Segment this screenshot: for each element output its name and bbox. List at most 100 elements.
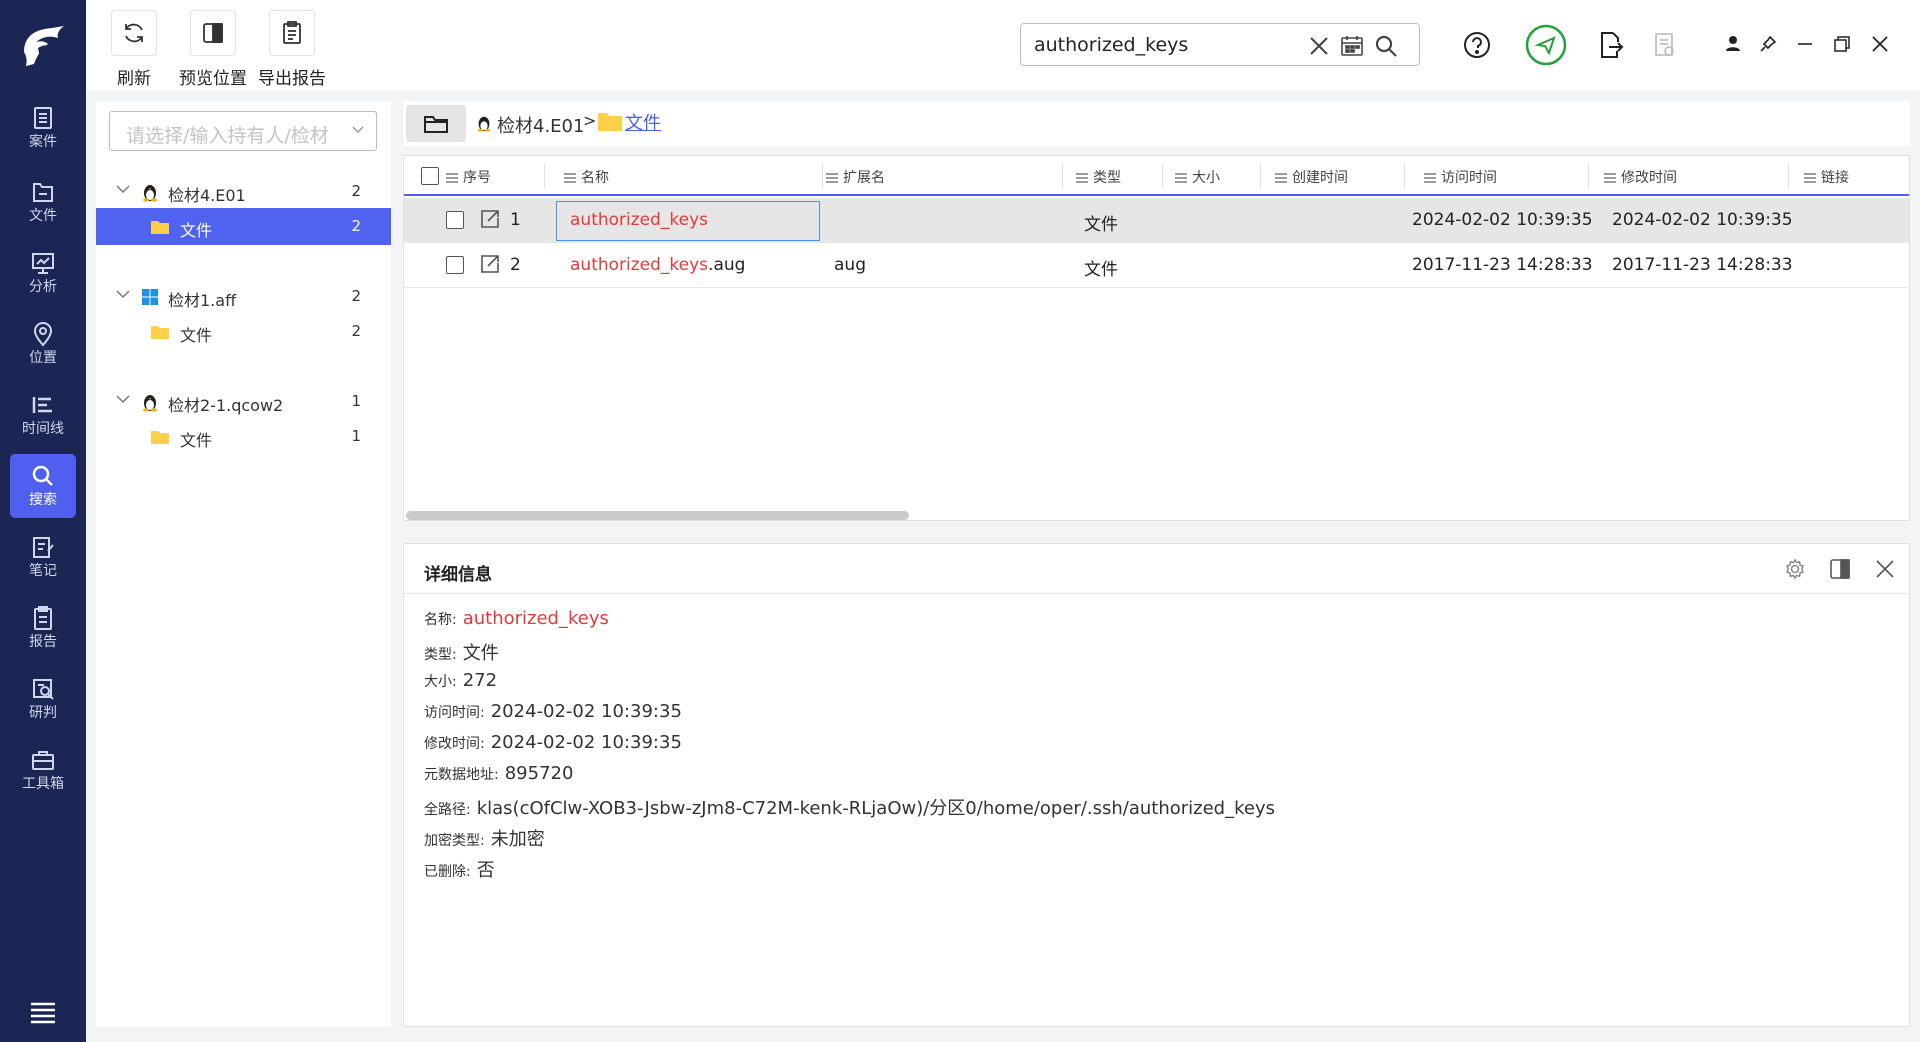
pin-icon[interactable] xyxy=(1758,34,1778,54)
export-file-icon[interactable] xyxy=(1597,30,1625,60)
column-header-modified[interactable]: 修改时间 xyxy=(1604,167,1677,187)
column-header-created[interactable]: 创建时间 xyxy=(1275,167,1348,187)
tree-node-label: 检材1.aff xyxy=(168,291,237,310)
file-icon xyxy=(33,183,53,202)
chevron-down-icon[interactable] xyxy=(116,395,130,404)
horizontal-scrollbar[interactable] xyxy=(406,511,909,520)
detail-field-size: 大小: 272 xyxy=(424,670,498,691)
nav-file-label: 文件 xyxy=(29,208,57,224)
refresh-button[interactable]: 刷新 xyxy=(89,10,179,89)
nav-timeline-label: 时间线 xyxy=(22,421,64,437)
tree-node-count: 1 xyxy=(351,427,361,445)
chevron-down-icon[interactable] xyxy=(116,290,130,299)
nav-timeline[interactable]: 时间线 xyxy=(10,383,76,447)
table-header: 序号 名称 扩展名 类型 大小 创建时间 访问时间 修改时间 链接 xyxy=(404,156,1909,196)
judge-icon xyxy=(33,679,54,700)
column-header-accessed[interactable]: 访问时间 xyxy=(1424,167,1497,187)
nav-case[interactable]: 案件 xyxy=(10,96,76,160)
open-external-icon[interactable] xyxy=(478,252,502,276)
column-header-type[interactable]: 类型 xyxy=(1076,167,1121,187)
close-window-icon[interactable] xyxy=(1869,33,1891,55)
nav-toolbox[interactable]: 工具箱 xyxy=(10,738,76,802)
nav-search[interactable]: 搜索 xyxy=(10,454,76,518)
detail-field-accessed: 访问时间: 2024-02-02 10:39:35 xyxy=(424,701,682,722)
detail-panel: 详细信息 名称: authorized_keys 类型: 文件 大小: 272 访问时… xyxy=(403,543,1910,1027)
holder-select[interactable]: 请选择/输入持有人/检材 xyxy=(109,111,377,151)
row-checkbox[interactable] xyxy=(446,256,464,274)
folder-view-button[interactable] xyxy=(406,105,466,142)
column-header-index[interactable]: 序号 xyxy=(446,167,491,187)
global-search-box xyxy=(1020,23,1420,66)
nav-judge[interactable]: 研判 xyxy=(10,667,76,731)
table-row[interactable]: 1 authorized_keys 文件 2024-02-02 10:39:35… xyxy=(404,198,1909,243)
open-external-icon[interactable] xyxy=(478,207,502,231)
tree-node-files-evidence-1[interactable]: 文件 2 xyxy=(96,313,391,350)
settings-gear-icon[interactable] xyxy=(1784,558,1806,580)
minimize-icon[interactable] xyxy=(1795,34,1815,54)
hamburger-menu-icon[interactable] xyxy=(29,1000,57,1024)
linux-icon xyxy=(143,185,157,202)
evidence-tree-panel: 请选择/输入持有人/检材 检材4.E01 2 文件 2 检材1.aff 2 文件… xyxy=(96,101,391,1027)
column-header-name[interactable]: 名称 xyxy=(564,167,609,187)
panel-toggle-icon[interactable] xyxy=(1829,558,1851,580)
tree-node-files-evidence-2-1[interactable]: 文件 1 xyxy=(96,418,391,455)
column-header-extension[interactable]: 扩展名 xyxy=(826,167,885,187)
table-row[interactable]: 2 authorized_keys.aug aug 文件 2017-11-23 … xyxy=(404,243,1909,288)
send-status-icon[interactable] xyxy=(1524,23,1568,67)
refresh-icon xyxy=(125,23,143,43)
folder-icon xyxy=(151,431,169,444)
tree-node-count: 2 xyxy=(351,182,361,200)
tree-node-evidence-4[interactable]: 检材4.E01 2 xyxy=(96,173,391,210)
top-toolbar: 刷新 预览位置 导出报告 xyxy=(86,0,1920,90)
analysis-icon xyxy=(32,253,54,274)
nav-report[interactable]: 报告 xyxy=(10,596,76,660)
chevron-down-icon[interactable] xyxy=(116,185,130,194)
tree-node-files-evidence-4[interactable]: 文件 2 xyxy=(96,208,391,245)
tree-node-label: 检材4.E01 xyxy=(168,186,246,205)
breadcrumb-evidence[interactable]: 检材4.E01 xyxy=(497,112,584,138)
row-name[interactable]: authorized_keys xyxy=(570,210,708,230)
nav-case-label: 案件 xyxy=(29,134,57,150)
preview-position-label: 预览位置 xyxy=(179,69,247,89)
tree-node-evidence-2-1[interactable]: 检材2-1.qcow2 1 xyxy=(96,383,391,420)
nav-file[interactable]: 文件 xyxy=(10,170,76,234)
preview-position-button[interactable]: 预览位置 xyxy=(168,10,258,89)
linux-icon xyxy=(477,116,491,132)
tree-node-label: 文件 xyxy=(180,221,213,240)
row-accessed: 2017-11-23 14:28:33 xyxy=(1412,255,1593,275)
nav-analysis[interactable]: 分析 xyxy=(10,241,76,305)
search-input[interactable] xyxy=(1034,31,1294,59)
clear-icon[interactable] xyxy=(1306,33,1332,59)
breadcrumb-separator: > xyxy=(583,111,597,130)
report-icon xyxy=(34,606,52,630)
tree-node-label: 文件 xyxy=(180,326,213,345)
search-submit-icon[interactable] xyxy=(1373,33,1399,59)
column-header-link[interactable]: 链接 xyxy=(1804,167,1849,187)
tree-node-evidence-1[interactable]: 检材1.aff 2 xyxy=(96,278,391,315)
folder-icon xyxy=(151,221,169,234)
tree-node-label: 检材2-1.qcow2 xyxy=(168,396,284,415)
user-icon[interactable] xyxy=(1723,34,1743,54)
refresh-label: 刷新 xyxy=(117,69,151,89)
help-icon[interactable] xyxy=(1462,30,1492,60)
nav-notes[interactable]: 笔记 xyxy=(10,525,76,589)
close-panel-icon[interactable] xyxy=(1874,558,1896,580)
search-icon xyxy=(32,465,53,486)
breadcrumb-folder[interactable]: 文件 xyxy=(625,109,661,135)
detail-field-name: 名称: authorized_keys xyxy=(424,608,609,629)
holder-select-placeholder: 请选择/输入持有人/检材 xyxy=(126,125,329,147)
export-report-button[interactable]: 导出报告 xyxy=(247,10,337,89)
nav-location[interactable]: 位置 xyxy=(10,312,76,376)
row-name[interactable]: authorized_keys.aug xyxy=(570,255,745,275)
detail-field-type: 类型: 文件 xyxy=(424,643,499,664)
column-header-size[interactable]: 大小 xyxy=(1175,167,1220,187)
calendar-icon[interactable] xyxy=(1339,33,1365,59)
detail-header: 详细信息 xyxy=(404,544,1909,594)
tree-node-count: 1 xyxy=(351,392,361,410)
select-all-checkbox[interactable] xyxy=(421,167,439,185)
detail-field-deleted: 已删除: 否 xyxy=(424,860,495,881)
row-modified: 2024-02-02 10:39:35 xyxy=(1612,210,1793,230)
timeline-icon xyxy=(32,397,52,413)
row-checkbox[interactable] xyxy=(446,211,464,229)
restore-icon[interactable] xyxy=(1832,34,1852,54)
